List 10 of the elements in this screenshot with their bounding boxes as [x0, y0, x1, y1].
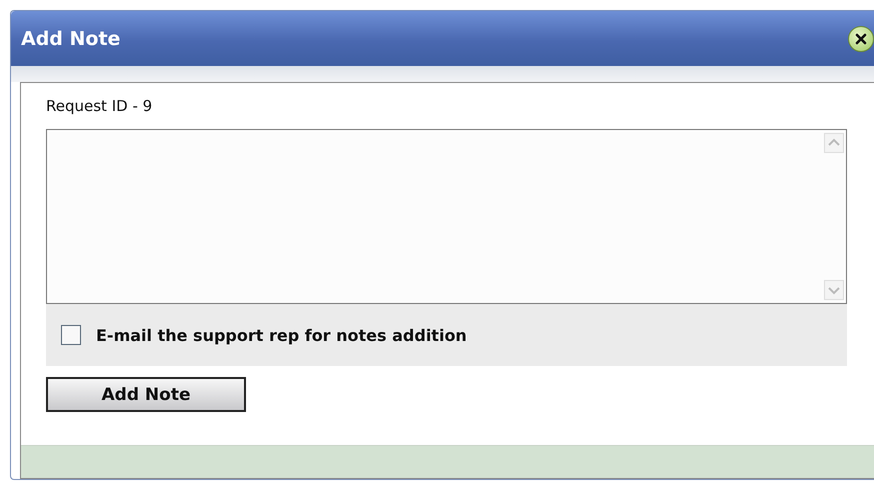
close-icon — [854, 32, 868, 46]
close-button[interactable] — [848, 26, 874, 52]
email-checkbox[interactable] — [61, 325, 81, 345]
window-title: Add Note — [21, 28, 120, 50]
scroll-down-icon[interactable] — [824, 280, 844, 300]
request-id-label: Request ID - 9 — [46, 97, 154, 115]
note-field[interactable] — [46, 129, 847, 304]
add-note-button[interactable]: Add Note — [46, 377, 246, 412]
email-option-label: E-mail the support rep for notes addition — [96, 326, 467, 344]
scroll-up-icon[interactable] — [824, 133, 844, 153]
